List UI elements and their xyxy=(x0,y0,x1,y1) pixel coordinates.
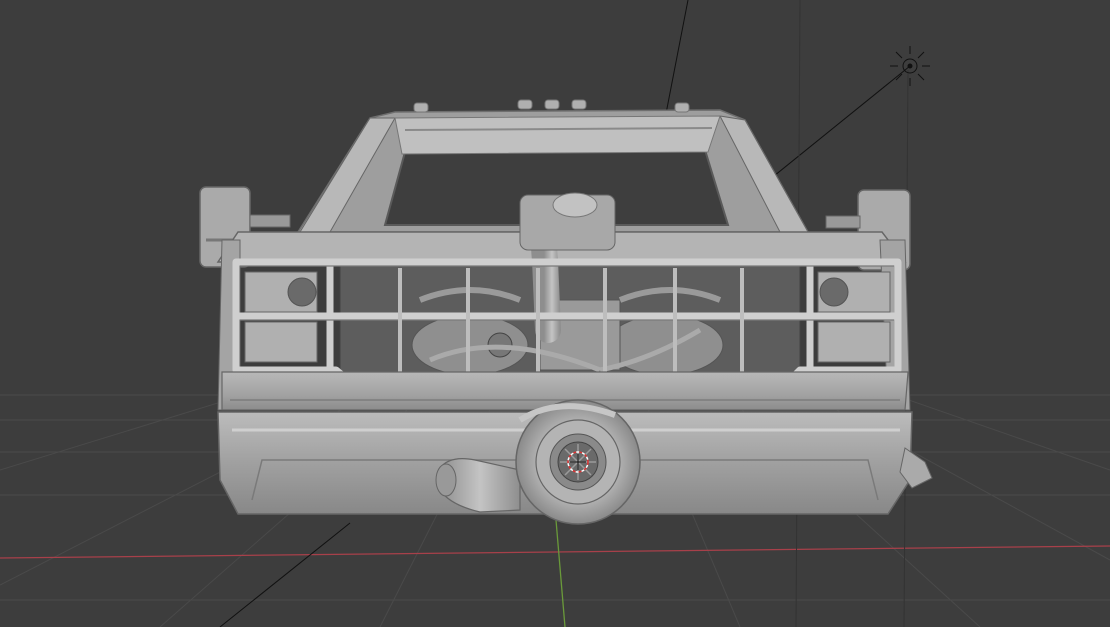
y-axis-line xyxy=(555,519,566,627)
viewport-canvas[interactable] xyxy=(0,0,1110,627)
3d-viewport[interactable] xyxy=(0,0,1110,627)
3d-cursor-icon[interactable] xyxy=(567,451,589,473)
truck-front-model[interactable] xyxy=(199,99,933,525)
x-axis-line xyxy=(0,545,1110,559)
light-icon[interactable] xyxy=(890,46,930,86)
